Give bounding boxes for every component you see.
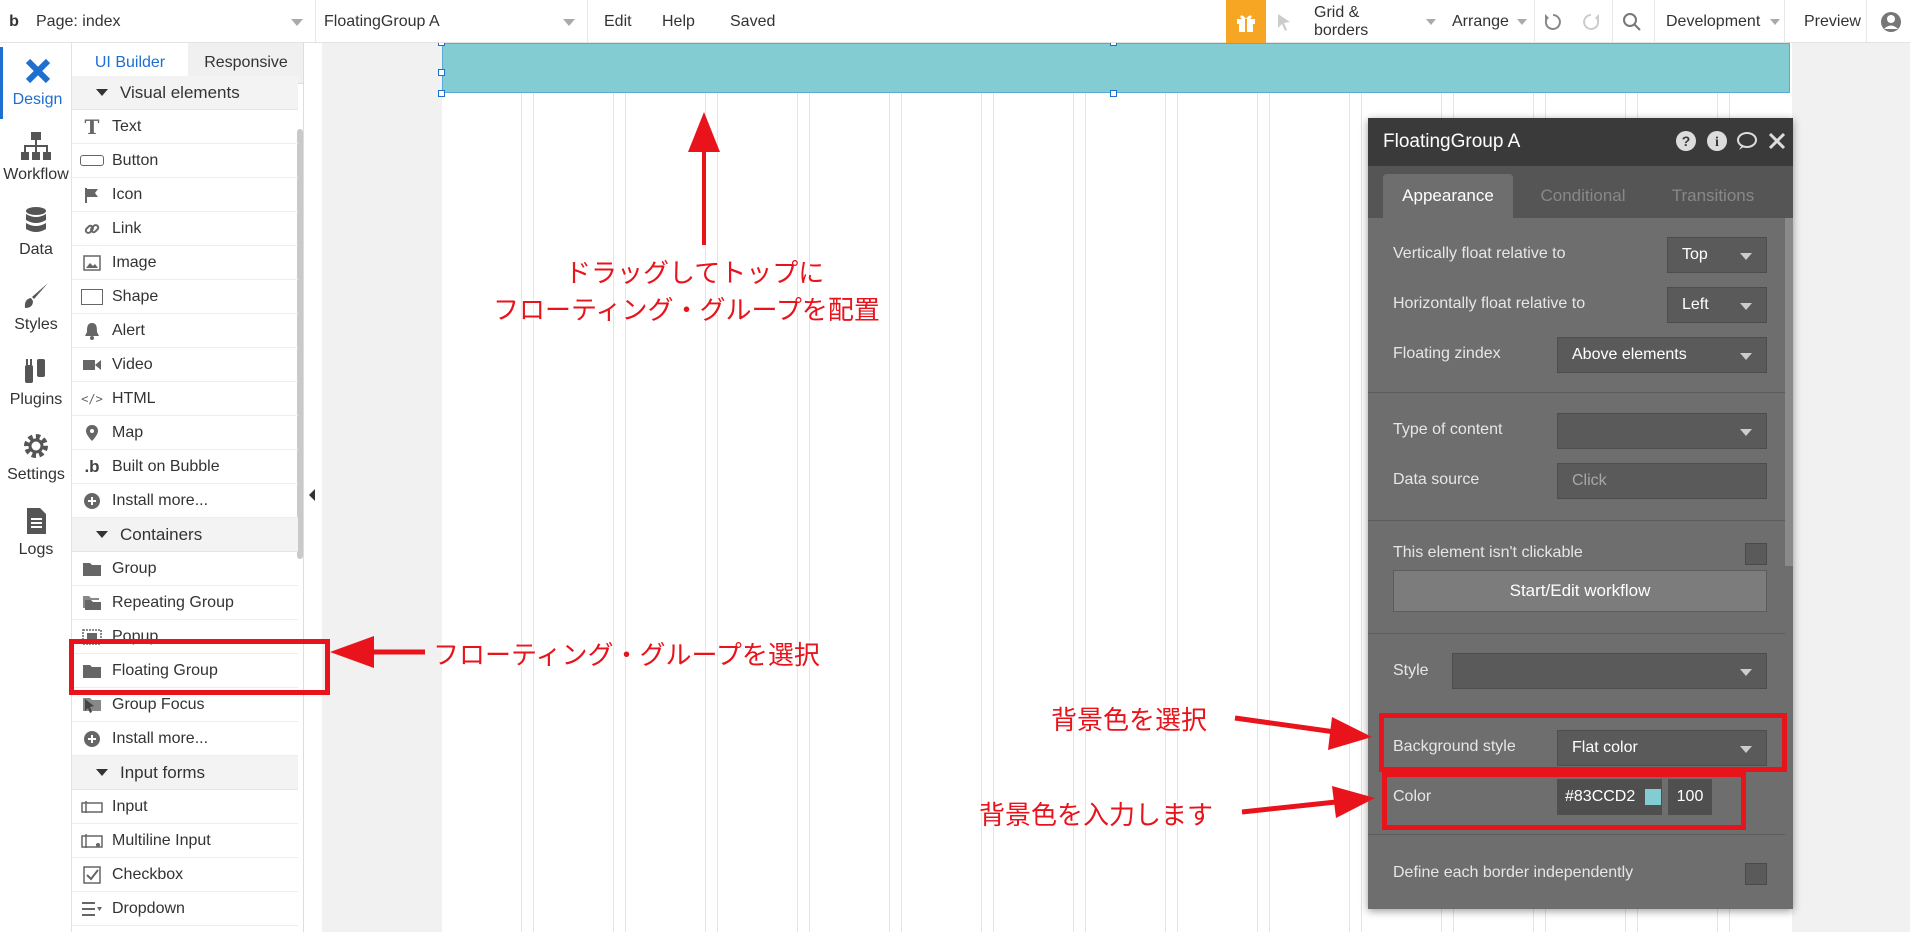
annotation-select-bg: 背景色を選択 xyxy=(1051,706,1208,736)
annotation-drag-line1: ドラッグしてトップに xyxy=(565,259,825,289)
annotation-drag-line2: フローティング・グループを配置 xyxy=(493,296,880,326)
annotation-select-group: フローティング・グループを選択 xyxy=(433,641,820,671)
annotation-arrows xyxy=(330,112,1375,818)
annotation-input-color: 背景色を入力します xyxy=(979,801,1214,831)
